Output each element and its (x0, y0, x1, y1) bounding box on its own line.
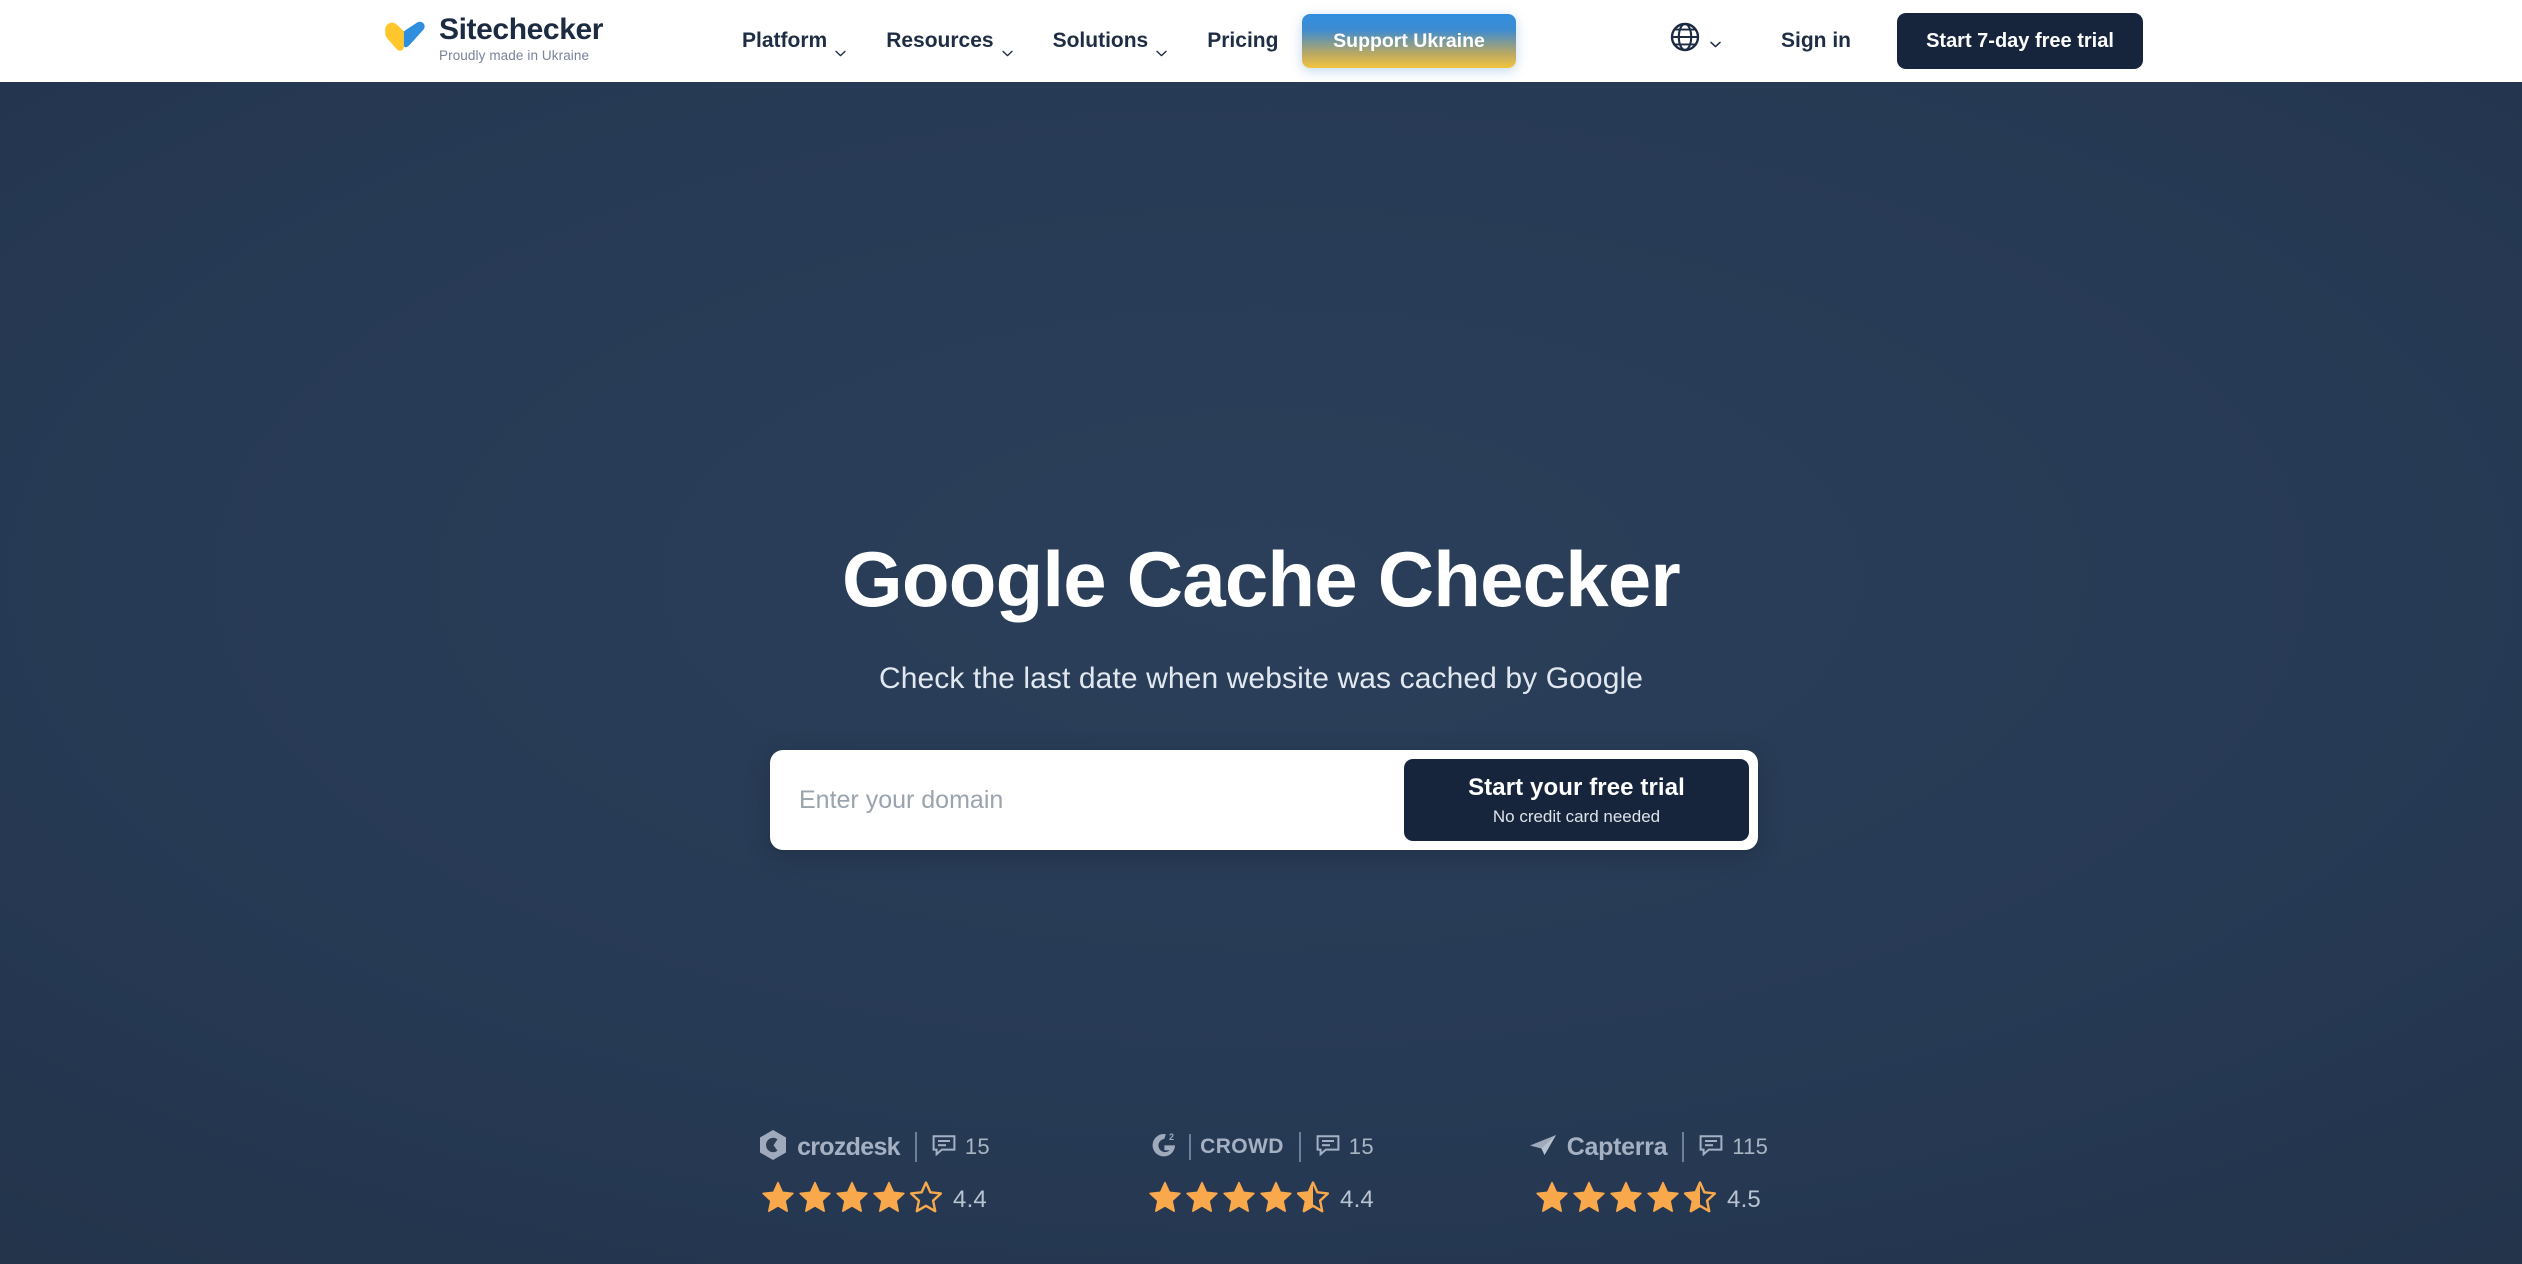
chevron-down-icon (1001, 39, 1013, 56)
g2-crowd-logo: 2 CROWD (1148, 1129, 1284, 1166)
rating-score: 4.4 (1340, 1185, 1374, 1213)
crozdesk-logo: crozdesk (758, 1129, 901, 1166)
divider (914, 1132, 917, 1162)
reviews-count-group: 115 (1699, 1134, 1768, 1161)
capterra-logo: Capterra (1528, 1132, 1668, 1162)
page-title: Google Cache Checker (842, 535, 1681, 623)
rating-stars-group: 4.4 (1148, 1180, 1374, 1219)
domain-search-form: Start your free trial No credit card nee… (770, 750, 1758, 850)
nav-item-label: Pricing (1207, 29, 1279, 52)
ratings-row: crozdesk 15 4.4 2 CROWD 15 4.4 Capterra … (0, 1129, 2522, 1219)
speech-bubble-icon (1699, 1134, 1723, 1161)
rating-stars-group: 4.5 (1535, 1180, 1761, 1219)
star-icon-half (1296, 1180, 1330, 1219)
star-icon-full (1609, 1180, 1643, 1219)
speech-bubble-icon (1316, 1134, 1340, 1161)
rating-platform-name: crozdesk (797, 1132, 900, 1161)
nav-item-label: Solutions (1052, 29, 1149, 52)
sitechecker-heart-check-logo-icon (382, 19, 426, 59)
start-free-trial-button[interactable]: Start your free trial No credit card nee… (1404, 759, 1749, 841)
star-icon-full (1572, 1180, 1606, 1219)
sign-in-link[interactable]: Sign in (1781, 0, 1851, 82)
rating-platform-name: Capterra (1566, 1132, 1668, 1161)
nav-item-resources[interactable]: Resources (866, 0, 1032, 82)
support-ukraine-button[interactable]: Support Ukraine (1302, 14, 1516, 68)
search-input[interactable] (770, 750, 1404, 850)
page-subtitle: Check the last date when website was cac… (878, 662, 1644, 695)
star-rating-capterra (1535, 1180, 1717, 1219)
brand-text: Sitechecker Proudly made in Ukraine (439, 14, 603, 64)
cta-primary-label: Start your free trial (1468, 773, 1685, 801)
rating-card-capterra: Capterra 115 4.5 (1455, 1130, 1842, 1219)
hero-section: Google Cache Checker Check the last date… (0, 82, 2522, 1264)
rating-score: 4.5 (1727, 1185, 1761, 1213)
reviews-count: 15 (964, 1134, 990, 1159)
cta-secondary-label: No credit card needed (1492, 806, 1661, 826)
star-icon-full (1259, 1180, 1293, 1219)
rating-header: 2 CROWD 15 (1148, 1130, 1374, 1164)
reviews-count-group: 15 (932, 1134, 990, 1161)
divider (1682, 1132, 1685, 1162)
chevron-down-icon (1710, 35, 1721, 47)
rating-card-crozdesk: crozdesk 15 4.4 (681, 1129, 1068, 1219)
star-icon-full (1148, 1180, 1182, 1219)
star-rating-g2crowd (1148, 1180, 1330, 1219)
language-selector[interactable] (1670, 22, 1721, 52)
brand-name: Sitechecker (439, 13, 604, 46)
g2-crowd-icon: 2 (1148, 1129, 1180, 1166)
divider (1298, 1132, 1301, 1162)
star-icon-half (1683, 1180, 1717, 1219)
star-icon-full (798, 1180, 832, 1219)
globe-icon (1670, 22, 1700, 52)
chevron-down-icon (835, 39, 846, 56)
main-navigation: Platform Resources Solutions Pricing (722, 0, 1298, 82)
nav-item-solutions[interactable]: Solutions (1033, 0, 1188, 82)
start-free-trial-header-button[interactable]: Start 7-day free trial (1897, 13, 2143, 69)
crozdesk-hexagon-icon (758, 1129, 788, 1166)
svg-text:2: 2 (1169, 1132, 1174, 1142)
star-icon-full (1222, 1180, 1256, 1219)
site-header: Sitechecker Proudly made in Ukraine Plat… (0, 0, 2522, 82)
star-icon-full (1646, 1180, 1680, 1219)
rating-platform-name: CROWD (1200, 1135, 1284, 1158)
rating-score: 4.4 (953, 1185, 987, 1213)
reviews-count: 15 (1348, 1134, 1374, 1159)
reviews-count: 115 (1732, 1134, 1769, 1159)
star-icon-full (1185, 1180, 1219, 1219)
brand-tagline: Proudly made in Ukraine (439, 47, 590, 63)
star-icon-full (835, 1180, 869, 1219)
divider (1189, 1134, 1192, 1160)
star-icon-empty (909, 1180, 943, 1219)
rating-header: crozdesk 15 (758, 1129, 990, 1166)
rating-card-g2crowd: 2 CROWD 15 4.4 (1068, 1130, 1455, 1219)
speech-bubble-icon (932, 1134, 956, 1161)
star-icon-full (872, 1180, 906, 1219)
brand-logo-link[interactable]: Sitechecker Proudly made in Ukraine (382, 14, 603, 64)
capterra-arrow-icon (1528, 1133, 1558, 1162)
star-icon-full (1535, 1180, 1569, 1219)
rating-stars-group: 4.4 (761, 1180, 987, 1219)
nav-item-label: Platform (742, 29, 828, 52)
reviews-count-group: 15 (1316, 1134, 1374, 1161)
rating-header: Capterra 115 (1528, 1130, 1768, 1164)
star-rating-crozdesk (761, 1180, 943, 1219)
nav-item-platform[interactable]: Platform (722, 0, 866, 82)
nav-item-label: Resources (886, 29, 994, 52)
star-icon-full (761, 1180, 795, 1219)
nav-item-pricing[interactable]: Pricing (1187, 0, 1298, 82)
chevron-down-icon (1156, 39, 1167, 56)
